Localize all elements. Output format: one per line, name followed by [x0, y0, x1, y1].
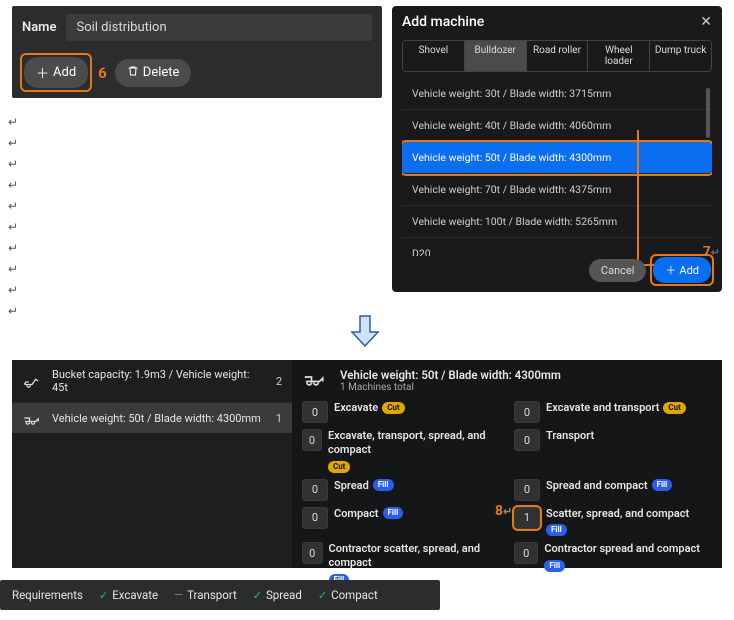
dash-icon: —: [174, 588, 183, 602]
op-count[interactable]: 0: [514, 479, 540, 501]
op-count[interactable]: 0: [514, 401, 540, 423]
check-icon: ✓: [318, 589, 327, 602]
pill-fill: Fill: [546, 524, 567, 536]
list-item[interactable]: Vehicle weight: 70t / Blade width: 4375m…: [402, 174, 712, 206]
machine-summary-list: Bucket capacity: 1.9m3 / Vehicle weight:…: [12, 360, 292, 568]
op-label: Contractor scatter, spread, and compact: [329, 542, 500, 570]
add-machine-dialog: Add machine ✕ Shovel Bulldozer Road roll…: [392, 6, 722, 292]
operations-panel: Bucket capacity: 1.9m3 / Vehicle weight:…: [12, 360, 722, 568]
delete-button[interactable]: Delete: [115, 59, 192, 87]
name-panel: Name ＋ Add 6 Delete: [12, 6, 382, 98]
op-label: Excavate, transport, spread, and compact: [328, 429, 500, 457]
op-count[interactable]: 0: [514, 429, 540, 451]
requirement-item: ✓Spread: [253, 588, 302, 602]
tab-dump-truck[interactable]: Dump truck: [650, 41, 711, 71]
op-count[interactable]: 0: [302, 479, 328, 501]
tab-bulldozer[interactable]: Bulldozer: [465, 41, 527, 71]
check-icon: ✓: [253, 589, 262, 602]
add-button-label: Add: [53, 65, 76, 80]
op-count[interactable]: 0: [514, 542, 538, 564]
op-label: Transport: [546, 429, 594, 443]
pill-fill: Fill: [383, 507, 404, 519]
plus-icon: ＋: [36, 63, 49, 82]
requirements-title: Requirements: [12, 588, 83, 602]
op-count-highlighted[interactable]: 1: [514, 507, 540, 529]
tab-shovel[interactable]: Shovel: [403, 41, 465, 71]
op-label: Spread: [334, 479, 369, 493]
tab-wheel-loader[interactable]: Wheel loader: [588, 41, 650, 71]
name-label: Name: [22, 20, 56, 35]
detail-subtitle: 1 Machines total: [340, 382, 561, 393]
op-label: Scatter, spread, and compact: [546, 507, 689, 521]
machine-row-label: Vehicle weight: 50t / Blade width: 4300m…: [52, 412, 261, 425]
machine-row-label: Bucket capacity: 1.9m3 / Vehicle weight:…: [52, 368, 268, 394]
op-label: Spread and compact: [546, 479, 648, 493]
requirements-bar: Requirements ✓Excavate —Transport ✓Sprea…: [0, 580, 440, 610]
list-item-selected[interactable]: Vehicle weight: 50t / Blade width: 4300m…: [402, 142, 712, 174]
detail-title: Vehicle weight: 50t / Blade width: 4300m…: [340, 368, 561, 382]
bulldozer-icon: [302, 368, 330, 386]
bulldozer-icon: [22, 411, 44, 425]
op-count[interactable]: 0: [302, 542, 323, 564]
pill-fill: Fill: [373, 479, 394, 491]
machine-row-count: 2: [276, 375, 282, 388]
return-marks: ↵↵↵↵↵↵↵↵↵↵: [8, 115, 18, 318]
delete-button-label: Delete: [143, 65, 180, 80]
op-count[interactable]: 0: [302, 507, 328, 529]
callout-8: 8↵: [495, 503, 512, 519]
machine-type-tabs: Shovel Bulldozer Road roller Wheel loade…: [402, 40, 712, 72]
op-label: Compact: [334, 507, 379, 521]
list-item[interactable]: D20: [402, 238, 712, 256]
plus-icon: ＋: [665, 262, 676, 278]
add-machine-button[interactable]: ＋ Add: [653, 257, 711, 283]
op-count[interactable]: 0: [302, 429, 322, 451]
op-label: Contractor spread and compact: [544, 542, 700, 556]
list-item[interactable]: Vehicle weight: 40t / Blade width: 4060m…: [402, 110, 712, 142]
list-item[interactable]: Vehicle weight: 100t / Blade width: 5265…: [402, 206, 712, 238]
machine-list: Vehicle weight: 30t / Blade width: 3715m…: [402, 78, 712, 256]
table-row[interactable]: Vehicle weight: 50t / Blade width: 4300m…: [12, 402, 292, 433]
machine-row-count: 1: [276, 412, 282, 425]
add-button[interactable]: ＋ Add: [24, 57, 88, 88]
check-icon: ✓: [99, 589, 108, 602]
close-icon[interactable]: ✕: [700, 14, 712, 30]
requirement-item: ✓Compact: [318, 588, 378, 602]
list-item[interactable]: Vehicle weight: 30t / Blade width: 3715m…: [402, 78, 712, 110]
pill-fill: Fill: [544, 560, 565, 572]
operations-detail: Vehicle weight: 50t / Blade width: 4300m…: [292, 360, 722, 568]
arrow-down-icon: [350, 314, 380, 348]
scrollbar[interactable]: [706, 88, 710, 138]
callout-6: 6: [98, 64, 107, 82]
table-row[interactable]: Bucket capacity: 1.9m3 / Vehicle weight:…: [12, 360, 292, 402]
op-label: Excavate and transport: [546, 401, 659, 415]
trash-icon: [127, 65, 139, 81]
name-input[interactable]: [66, 14, 372, 41]
shovel-icon: [22, 374, 44, 388]
pill-cut: Cut: [328, 461, 350, 473]
tab-road-roller[interactable]: Road roller: [527, 41, 589, 71]
cancel-button[interactable]: Cancel: [589, 259, 646, 282]
requirement-item: —Transport: [174, 588, 237, 602]
operations-grid: 0ExcavateCut 0Excavate and transportCut …: [302, 401, 712, 586]
op-count[interactable]: 0: [302, 401, 328, 423]
requirement-item: ✓Excavate: [99, 588, 158, 602]
add-machine-button-label: Add: [679, 264, 699, 277]
dialog-title: Add machine: [402, 14, 484, 30]
pill-fill: Fill: [652, 479, 673, 491]
pill-cut: Cut: [663, 402, 685, 414]
pill-cut: Cut: [382, 402, 404, 414]
op-label: Excavate: [334, 401, 378, 415]
